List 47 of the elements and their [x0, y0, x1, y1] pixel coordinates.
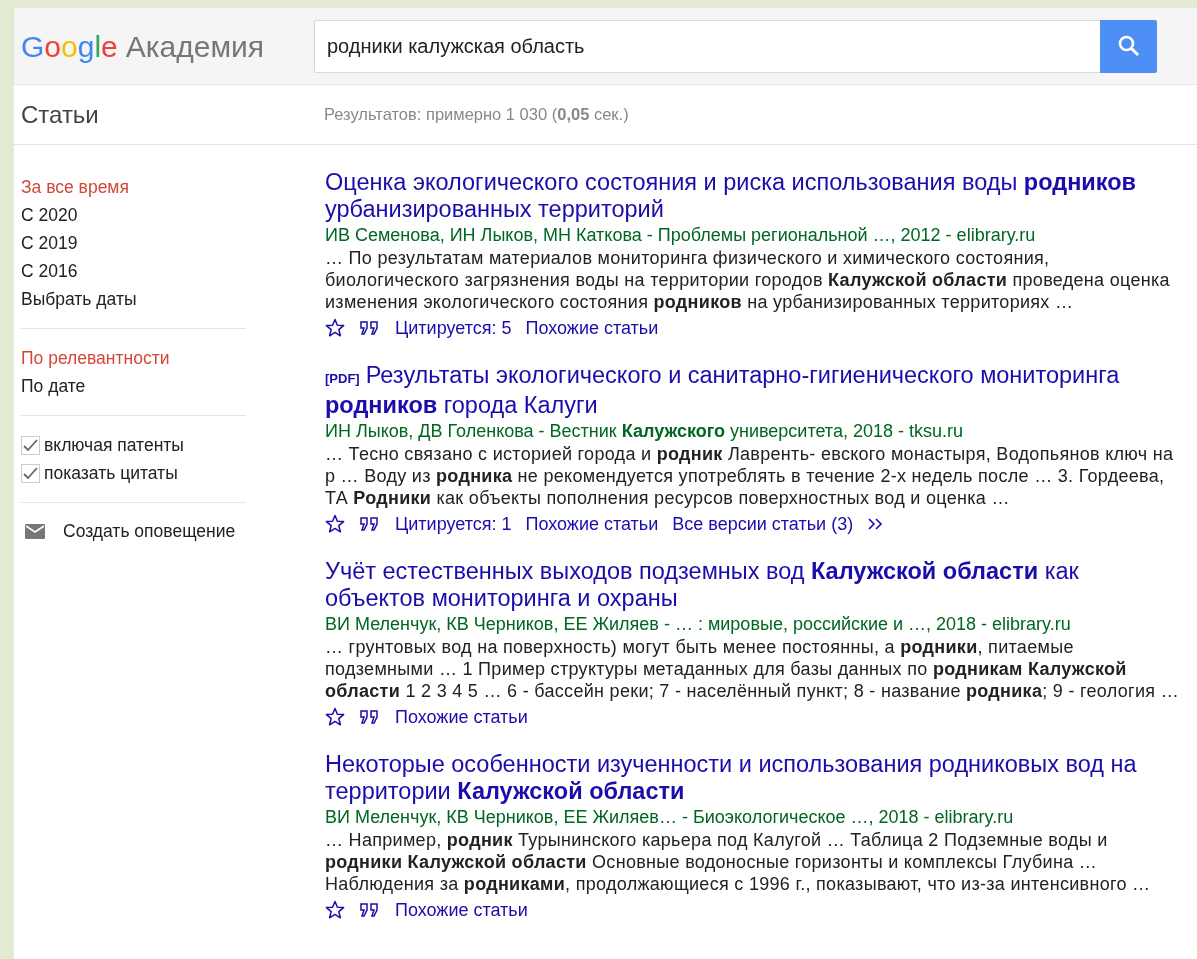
- time-filter[interactable]: С 2019: [21, 229, 246, 257]
- logo[interactable]: Google: [21, 23, 118, 69]
- search-button[interactable]: [1100, 19, 1157, 73]
- cite-icon[interactable]: [359, 709, 381, 725]
- result-link[interactable]: Цитируется: 5: [395, 314, 512, 342]
- checkbox-label: включая патенты: [44, 434, 184, 457]
- product-name: Академия: [125, 28, 265, 65]
- checkbox[interactable]: [21, 463, 40, 483]
- result-authors: ИВ Семенова, ИН Лыков, МН Каткова - Проблемы региональной …, 2012 - elibrary.ru: [325, 224, 1037, 247]
- result-link[interactable]: Все версии статьи (3): [672, 510, 854, 538]
- checkbox[interactable]: [21, 435, 40, 455]
- sort-option[interactable]: По дате: [21, 372, 246, 400]
- star-icon[interactable]: [325, 514, 345, 534]
- time-filter[interactable]: За все время: [21, 173, 246, 201]
- result-title[interactable]: [PDF] Результаты экологического и санитарно-гигиенического мониторинга родников города Калуги: [325, 362, 1175, 419]
- result-authors: ИН Лыков, ДВ Голенкова - Вестник Калужского университета, 2018 - tksu.ru: [325, 420, 964, 443]
- time-filter[interactable]: Выбрать даты: [21, 285, 246, 313]
- result-link[interactable]: Похожие статьи: [395, 896, 528, 924]
- create-alert-link[interactable]: Создать оповещение: [63, 518, 236, 545]
- result-snippet: … По результатам материалов мониторинга физического и химического состояния, биологического загрязнения воды на территории городов Калужской области проведена оценка изменения экологического состояния родников на урбанизированных территориях …: [325, 247, 1171, 313]
- time-filter[interactable]: С 2016: [21, 257, 246, 285]
- search-icon: [1117, 35, 1140, 57]
- result-link[interactable]: Похожие статьи: [395, 703, 528, 731]
- cite-icon[interactable]: [359, 516, 381, 532]
- result-authors: ВИ Меленчук, КВ Черников, ЕЕ Жиляев - … : мировые, российские и …, 2018 - elibrary.ru: [325, 613, 1072, 636]
- time-filter[interactable]: С 2020: [21, 201, 246, 229]
- star-icon[interactable]: [325, 900, 345, 920]
- result-snippet: … Например, родник Турынинского карьера под Калугой … Таблица 2 Подземные воды и родники Калужской области Основные водоносные горизонты и комплексы Глубина … Наблюдения за родниками, продолжающиеся с 1996 г., показывают, что из-за интенсивного …: [325, 829, 1152, 895]
- result-title[interactable]: Учёт естественных выходов подземных вод Калужской области как объектов мониторинга и охраны: [325, 558, 1175, 612]
- checkbox-label: показать цитаты: [44, 462, 178, 485]
- result-stats: Результатов: примерно 1 030 (0,05 сек.): [324, 104, 629, 126]
- result-title[interactable]: Некоторые особенности изученности и использования родниковых вод на территории Калужской области: [325, 751, 1175, 805]
- result-snippet: … грунтовых вод на поверхность) могут быть менее постоянны, а родники, питаемые подземными … 1 Пример структуры метаданных для базы данных по родникам Калужской области 1 2 3 4 5 … 6 - бассейн реки; 7 - населённый пункт; 8 - название родника; 9 - геология …: [325, 636, 1180, 702]
- section-title: Статьи: [20, 99, 100, 130]
- result-link[interactable]: Цитируется: 1: [395, 510, 512, 538]
- star-icon[interactable]: [325, 707, 345, 727]
- envelope-icon: [25, 523, 45, 539]
- cite-icon[interactable]: [359, 902, 381, 918]
- star-icon[interactable]: [325, 318, 345, 338]
- cite-icon[interactable]: [359, 320, 381, 336]
- result-title[interactable]: Оценка экологического состояния и риска использования воды родников урбанизированных территорий: [325, 169, 1175, 223]
- result-snippet: … Тесно связано с историей города и родник Лавренть- евского монастыря, Водопьянов ключ на р … Воду из родника не рекомендуется употреблять в течение 2-х недель после … 3. Гордеева, ТА Родники как объекты пополнения ресурсов поверхностных вод и оценка …: [325, 443, 1175, 509]
- search-field[interactable]: родники калужская область: [314, 19, 1100, 73]
- result-authors: ВИ Меленчук, КВ Черников, ЕЕ Жиляев… - Биоэкологическое …, 2018 - elibrary.ru: [325, 806, 1015, 829]
- result-link[interactable]: Похожие статьи: [525, 314, 659, 342]
- sort-option[interactable]: По релевантности: [21, 344, 246, 372]
- result-link[interactable]: Похожие статьи: [525, 510, 659, 538]
